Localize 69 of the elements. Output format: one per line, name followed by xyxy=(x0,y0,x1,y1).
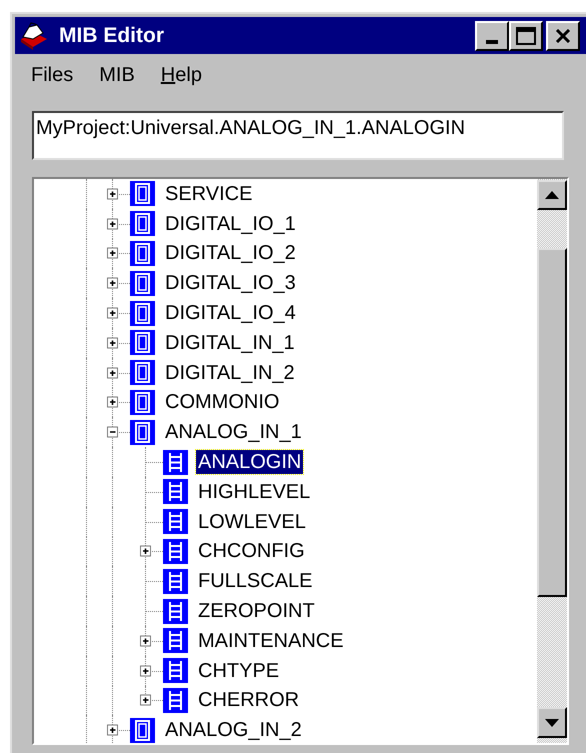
expand-toggle[interactable] xyxy=(107,367,118,378)
scroll-down-button[interactable] xyxy=(537,707,567,738)
close-icon xyxy=(555,28,571,42)
collapse-toggle[interactable] xyxy=(107,426,118,438)
minimize-button[interactable] xyxy=(475,20,509,50)
ladder-icon xyxy=(163,479,188,504)
expand-toggle[interactable] xyxy=(107,396,118,408)
module-icon xyxy=(130,420,155,445)
scroll-up-button[interactable] xyxy=(537,180,567,210)
down-arrow-icon xyxy=(545,718,559,726)
module-icon xyxy=(130,240,155,266)
expand-toggle[interactable] xyxy=(107,248,118,259)
tree-item-label[interactable]: SERVICE xyxy=(163,182,254,206)
tree-item-label[interactable]: DIGITAL_IO_3 xyxy=(163,271,298,296)
expand-toggle[interactable] xyxy=(140,665,151,676)
expand-toggle[interactable] xyxy=(140,546,151,557)
up-arrow-icon xyxy=(545,191,559,199)
tree-item-label[interactable]: DIGITAL_IO_2 xyxy=(163,241,298,266)
tree-item-label[interactable]: CHTYPE xyxy=(196,658,282,683)
module-icon xyxy=(130,211,155,236)
tree-item-label[interactable]: HIGHLEVEL xyxy=(196,480,312,504)
module-icon xyxy=(130,360,155,386)
ladder-icon xyxy=(163,688,188,713)
tree-item-label[interactable]: DIGITAL_IN_1 xyxy=(163,330,297,355)
ladder-icon xyxy=(163,658,188,684)
tree-item-label[interactable]: MAINTENANCE xyxy=(196,628,346,653)
ladder-icon xyxy=(163,538,188,564)
app-icon xyxy=(19,20,49,50)
maximize-button[interactable] xyxy=(509,20,543,50)
scrollbar-thumb[interactable] xyxy=(537,248,567,597)
module-icon xyxy=(130,330,155,356)
tree-item-label[interactable]: DIGITAL_IO_4 xyxy=(163,301,298,326)
ladder-icon xyxy=(163,450,188,475)
path-text: MyProject:Universal.ANALOG_IN_1.ANALOGIN xyxy=(36,117,466,139)
menu-item[interactable]: Files xyxy=(31,65,74,85)
tree-item-label[interactable]: CHCONFIG xyxy=(196,539,307,564)
tree-item-label[interactable]: LOWLEVEL xyxy=(196,510,308,534)
tree-item-label[interactable]: ANALOG_IN_1 xyxy=(163,420,304,444)
tree-item-label[interactable]: ANALOG_IN_2 xyxy=(163,718,304,742)
expand-toggle[interactable] xyxy=(140,694,151,706)
path-field[interactable]: MyProject:Universal.ANALOG_IN_1.ANALOGIN xyxy=(32,111,564,160)
expand-toggle[interactable] xyxy=(107,278,118,289)
scrollbar[interactable] xyxy=(537,179,567,743)
menu-item[interactable]: MIB xyxy=(99,65,135,85)
expand-toggle[interactable] xyxy=(140,635,151,646)
expand-toggle[interactable] xyxy=(107,188,118,200)
tree-item-label[interactable]: DIGITAL_IO_1 xyxy=(163,212,298,236)
module-icon xyxy=(130,390,155,415)
close-button[interactable] xyxy=(546,20,580,50)
ladder-icon xyxy=(163,509,188,534)
tree-item-label[interactable]: COMMONIO xyxy=(163,390,282,414)
tree-item-label[interactable]: ANALOGIN xyxy=(196,450,304,474)
module-icon xyxy=(130,270,155,296)
module-icon xyxy=(130,300,155,326)
ladder-icon xyxy=(163,628,188,654)
tree-item-label[interactable]: ZEROPOINT xyxy=(196,599,317,624)
expand-toggle[interactable] xyxy=(107,337,118,348)
maximize-icon xyxy=(516,26,536,44)
ladder-icon xyxy=(163,568,188,594)
tree-item-label[interactable]: FULLSCALE xyxy=(196,569,314,594)
minimize-icon xyxy=(486,40,498,44)
tree-item-label[interactable]: CHERROR xyxy=(196,688,302,712)
ladder-icon xyxy=(163,598,188,624)
menu-item[interactable]: Help xyxy=(160,65,202,85)
expand-toggle[interactable] xyxy=(107,724,118,736)
tree-item-label[interactable]: DIGITAL_IN_2 xyxy=(163,360,297,385)
window-title: MIB Editor xyxy=(59,25,164,46)
expand-toggle[interactable] xyxy=(107,218,118,230)
expand-toggle[interactable] xyxy=(107,308,118,319)
